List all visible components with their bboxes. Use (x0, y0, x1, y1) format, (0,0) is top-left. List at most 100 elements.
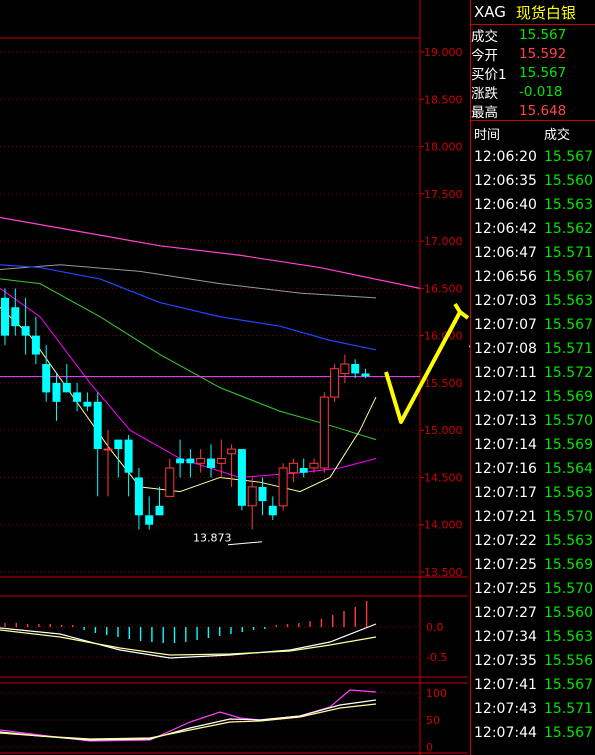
candle-body (361, 373, 370, 377)
tick-time: 12:07:25 (474, 557, 537, 573)
tick-time: 12:07:13 (474, 413, 537, 429)
tick-price: 15.567 (544, 317, 593, 333)
kdj-tick-label: 0 (426, 741, 433, 754)
tick-time: 12:07:34 (474, 629, 537, 645)
quote-value: 15.567 (519, 64, 567, 81)
quote-row: 买价1 15.567 (471, 63, 595, 83)
candle-body (93, 401, 102, 450)
quote-label: 最高 (471, 104, 498, 121)
candle-body (227, 448, 237, 455)
y-tick-label: 15.000 (424, 424, 463, 437)
tick-time: 12:07:44 (474, 725, 537, 741)
candle-body (258, 486, 267, 502)
quote-label: 今开 (471, 47, 498, 64)
tick-time: 12:07:14 (474, 437, 537, 453)
tick-price: 15.570 (544, 413, 593, 429)
tick-time: 12:07:35 (474, 653, 537, 669)
tick-price: 15.560 (544, 605, 593, 621)
candle-body (309, 462, 319, 469)
quote-row: 成交 15.567 (471, 25, 595, 45)
tick-row: 12:06:35 15.560 (471, 169, 595, 193)
ticks-header-time: 时间 (474, 127, 501, 143)
tick-price: 15.563 (544, 197, 593, 213)
y-tick-label: 15.500 (424, 377, 463, 390)
quote-label: 成交 (471, 28, 498, 45)
tick-price: 15.570 (544, 581, 593, 597)
candle-body (216, 458, 226, 464)
tick-time: 12:06:42 (474, 221, 537, 237)
tick-time: 12:07:11 (474, 365, 537, 381)
tick-price: 15.571 (544, 341, 593, 357)
tick-row: 12:07:11 15.572 (471, 361, 595, 385)
y-tick-label: 18.500 (424, 93, 463, 106)
y-tick-label: 13.500 (424, 566, 463, 579)
candle-body (83, 401, 92, 407)
y-tick-label: 17.000 (424, 235, 463, 248)
candle-body (21, 326, 30, 336)
candle-body (299, 468, 308, 473)
candle-body (207, 458, 215, 468)
tick-row: 12:07:41 15.567 (471, 673, 595, 697)
candle-body (288, 462, 298, 474)
quote-value: 15.592 (519, 45, 567, 62)
tick-row: 12:07:07 15.567 (471, 313, 595, 337)
candle-body (114, 439, 123, 450)
candle-body (340, 363, 350, 374)
tick-price: 15.567 (544, 269, 593, 285)
tick-time: 12:06:35 (474, 173, 537, 189)
y-tick-label: 17.500 (424, 188, 463, 201)
macd-tick-label: -0.5 (426, 651, 447, 664)
tick-row: 12:07:16 15.564 (471, 457, 595, 481)
y-tick-label: 14.000 (424, 519, 463, 532)
tick-row: 12:07:44 15.567 (471, 721, 595, 745)
tick-time: 12:06:47 (474, 245, 537, 261)
tick-row: 12:07:27 15.560 (471, 601, 595, 625)
tick-row: 12:07:21 15.570 (471, 505, 595, 529)
quote-label: 涨跌 (471, 85, 498, 102)
candle-body (176, 458, 185, 464)
tick-row: 12:07:43 15.571 (471, 697, 595, 721)
tick-price: 15.563 (544, 293, 593, 309)
tick-time: 12:07:27 (474, 605, 537, 621)
tick-price: 15.572 (544, 365, 593, 381)
tick-time: 12:07:25 (474, 581, 537, 597)
candle-body (62, 382, 71, 393)
quote-row: 涨跌 -0.018 (471, 82, 595, 102)
y-tick-label: 16.500 (424, 282, 463, 295)
tick-time: 12:07:41 (474, 677, 537, 693)
ticks-header: 时间 成交 (471, 121, 595, 145)
candle-body (186, 458, 195, 464)
tick-time: 12:07:21 (474, 509, 537, 525)
tick-row: 12:07:25 15.570 (471, 577, 595, 601)
tick-price: 15.563 (544, 533, 593, 549)
candle-body (319, 396, 329, 469)
tick-time: 12:06:40 (474, 197, 537, 213)
quote-header: XAG 现货白银 (471, 0, 595, 24)
annotation-arrow (384, 302, 470, 424)
tick-row: 12:07:22 15.563 (471, 529, 595, 553)
candle-body (237, 449, 246, 506)
tick-row: 12:06:20 15.567 (471, 145, 595, 169)
candle-body (330, 368, 340, 398)
quote-value: -0.018 (519, 83, 563, 100)
tick-price: 15.569 (544, 389, 593, 405)
candle-body (155, 505, 164, 516)
candle-body (247, 486, 257, 507)
tick-time: 12:07:17 (474, 485, 537, 501)
y-tick-label: 19.000 (424, 46, 463, 59)
tick-price: 15.570 (544, 509, 593, 525)
candle-body (73, 392, 82, 402)
tick-row: 12:06:56 15.567 (471, 265, 595, 289)
tick-row: 12:06:47 15.571 (471, 241, 595, 265)
candle-body (196, 458, 206, 464)
tick-row: 12:07:12 15.569 (471, 385, 595, 409)
kdj-d-line (0, 703, 377, 740)
tick-price: 15.567 (544, 725, 593, 741)
tick-time: 12:06:56 (474, 269, 537, 285)
candle-body (31, 335, 40, 355)
tick-price: 15.564 (544, 461, 593, 477)
price-chart: 19.00018.50018.00017.50017.00016.50016.0… (0, 0, 470, 755)
tick-row: 12:07:03 15.563 (471, 289, 595, 313)
tick-price: 15.556 (544, 653, 593, 669)
kdj-tick-label: 50 (426, 714, 440, 727)
